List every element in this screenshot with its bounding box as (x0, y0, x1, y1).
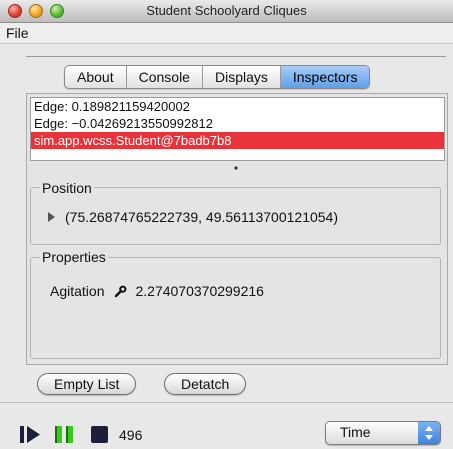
status-divider (0, 402, 453, 403)
tab-console[interactable]: Console (127, 66, 203, 88)
split-pane-grip-icon[interactable] (233, 166, 239, 170)
property-row-agitation: Agitation 2.274070370299216 (50, 283, 264, 299)
play-icon[interactable] (20, 426, 42, 443)
position-legend: Position (40, 180, 94, 196)
stop-icon[interactable] (91, 426, 108, 443)
list-item[interactable]: Edge: 0.189821159420002 (31, 98, 444, 115)
empty-list-button[interactable]: Empty List (37, 373, 137, 395)
detatch-button[interactable]: Detatch (164, 373, 247, 395)
list-item-selected[interactable]: sim.app.wcss.Student@7badb7b8 (31, 132, 444, 149)
time-select[interactable]: Time (325, 421, 441, 445)
list-item[interactable]: Edge: −0.04269213550992812 (31, 115, 444, 132)
inspector-list[interactable]: Edge: 0.189821159420002 Edge: −0.0426921… (30, 97, 445, 161)
property-value: 2.274070370299216 (135, 283, 264, 299)
window-title: Student Schoolyard Cliques (146, 3, 307, 18)
property-name: Agitation (50, 283, 105, 299)
position-row: (75.26874765222739, 49.56113700121054) (48, 209, 338, 225)
properties-legend: Properties (40, 249, 108, 265)
pause-icon[interactable] (55, 426, 75, 443)
tab-about[interactable]: About (65, 66, 127, 88)
tab-bar: About Console Displays Inspectors (64, 65, 371, 89)
tab-inspectors[interactable]: Inspectors (280, 66, 370, 88)
menu-bar: File (0, 23, 453, 44)
tab-group-border (26, 56, 446, 57)
select-arrows-icon (418, 422, 440, 444)
title-bar: Student Schoolyard Cliques (0, 0, 453, 23)
properties-group (30, 257, 441, 359)
menu-file[interactable]: File (6, 25, 29, 41)
position-value: (75.26874765222739, 49.56113700121054) (65, 209, 338, 225)
tab-displays[interactable]: Displays (203, 66, 281, 88)
step-counter: 496 (119, 427, 143, 443)
wrench-icon[interactable] (114, 285, 127, 298)
time-select-value: Time (340, 424, 371, 440)
disclosure-triangle-icon[interactable] (48, 212, 55, 222)
